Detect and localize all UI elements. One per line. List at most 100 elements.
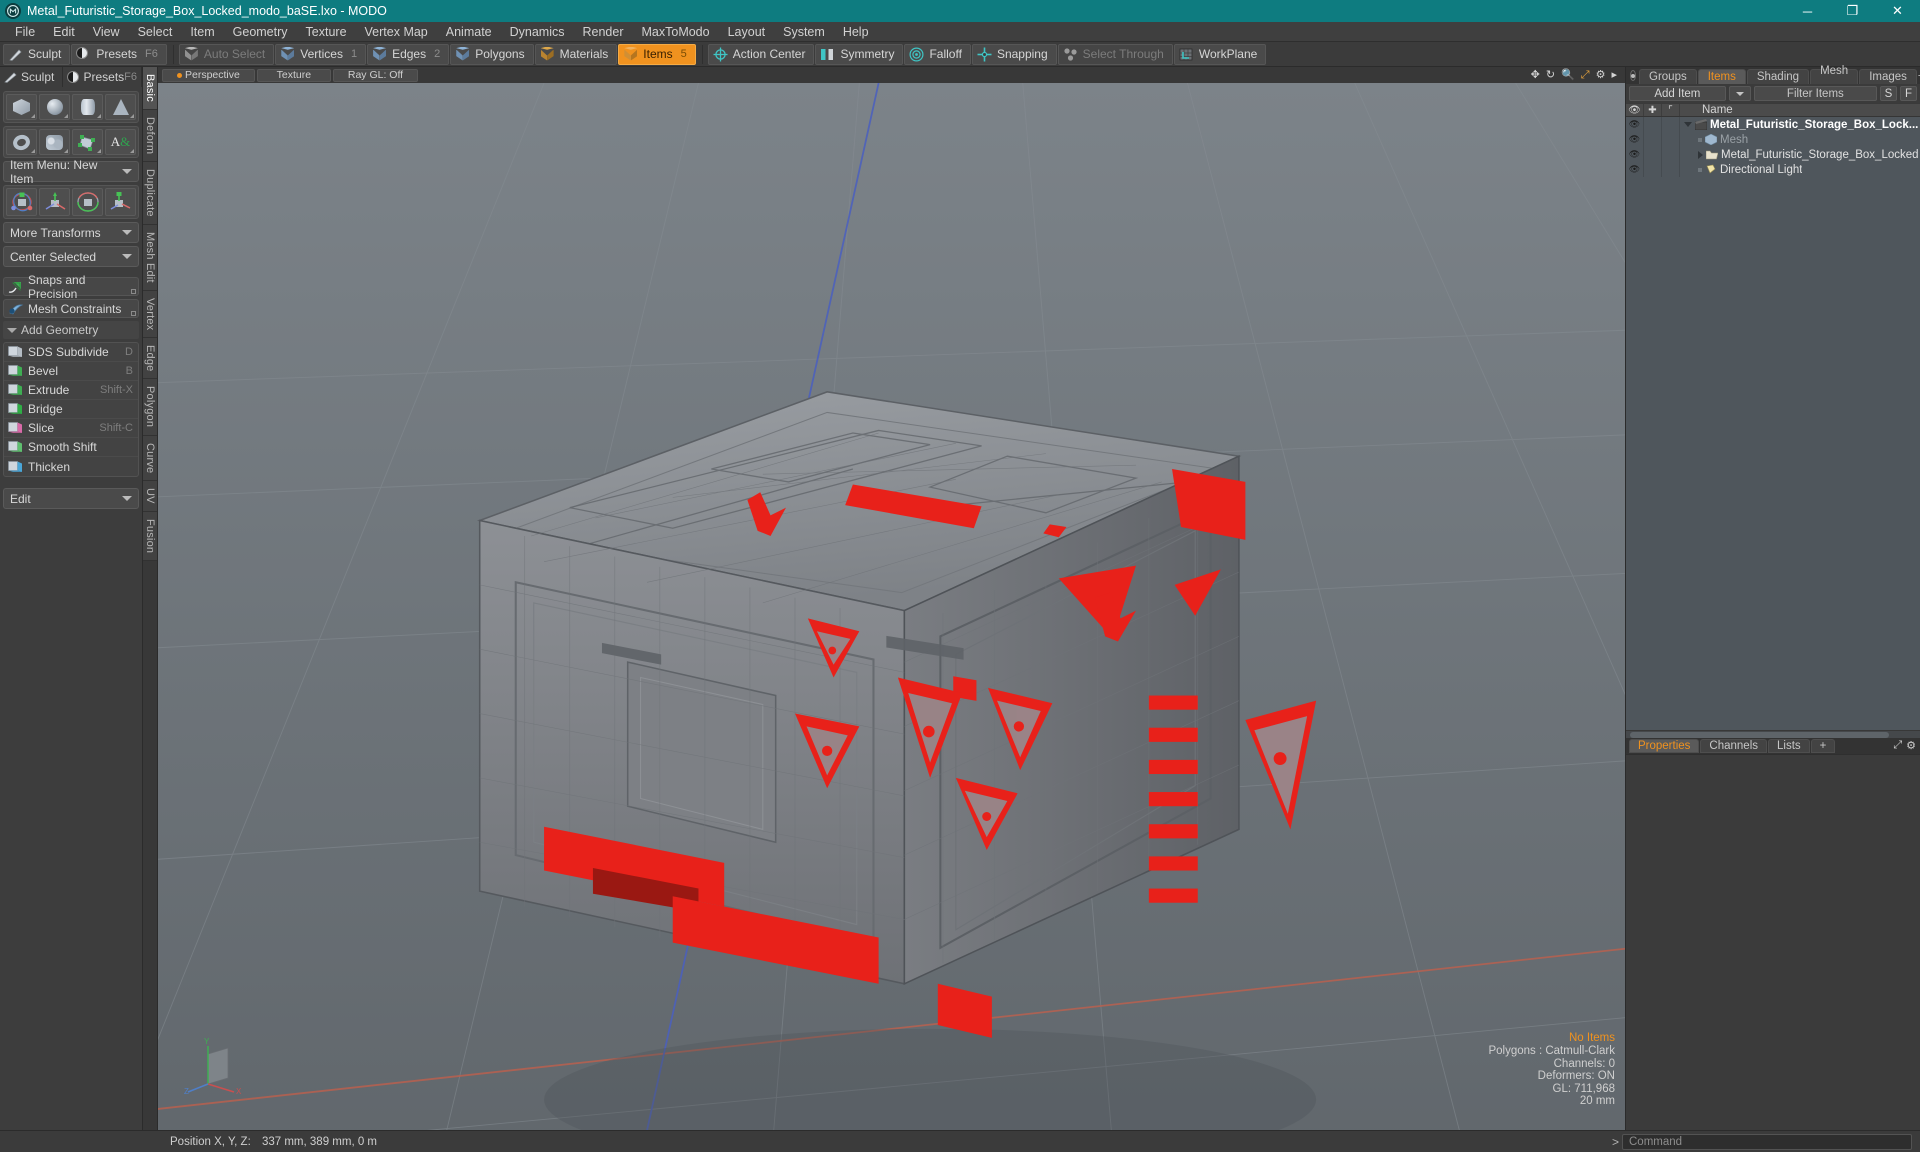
properties-tab-lists[interactable]: Lists — [1768, 739, 1810, 753]
chevron-down-icon[interactable] — [1684, 122, 1692, 127]
item-tree-body[interactable]: 👁 Metal_Futuristic_Storage_Box_Lock... 👁 Me… — [1626, 117, 1920, 730]
menu-item-file[interactable]: File — [6, 22, 44, 42]
row-visibility-toggle[interactable]: 👁 — [1626, 162, 1644, 177]
row-visibility-toggle[interactable]: 👁 — [1626, 117, 1644, 132]
mesh-constraints-button[interactable]: Mesh Constraints — [3, 299, 139, 318]
rotate-tool-button[interactable] — [72, 188, 103, 216]
right-tab-images[interactable]: Images — [1859, 69, 1917, 84]
gear-icon[interactable]: ⚙ — [1596, 69, 1606, 81]
spiral-primitive-button[interactable] — [39, 129, 70, 155]
filter-f-button[interactable]: F — [1900, 86, 1917, 101]
viewport-3d[interactable]: No Items Polygons : Catmull-Clark Channe… — [158, 83, 1625, 1130]
row-lock-cell[interactable] — [1644, 162, 1662, 177]
toolbar-button-falloff[interactable]: Falloff — [904, 43, 971, 65]
row-lock-cell[interactable] — [1644, 117, 1662, 132]
center-selected-dropdown[interactable]: Center Selected — [3, 246, 139, 267]
cone-primitive-button[interactable] — [105, 94, 136, 120]
vertical-tab-curve[interactable]: Curve — [143, 435, 157, 481]
menu-item-texture[interactable]: Texture — [297, 22, 356, 42]
gear-icon-2[interactable]: ⚙ — [1906, 739, 1916, 752]
menu-item-view[interactable]: View — [84, 22, 129, 42]
row-lock-cell[interactable] — [1644, 147, 1662, 162]
tool-sds-subdivide[interactable]: SDS Subdivide D — [4, 343, 138, 362]
toolbar-button-auto-select[interactable]: Auto Select — [178, 43, 275, 65]
polygon-primitive-button[interactable] — [72, 129, 103, 155]
item-tree-hscrollbar[interactable] — [1626, 730, 1920, 738]
toolbar-button-workplane[interactable]: WorkPlane — [1173, 43, 1267, 65]
toolbar-button-polygons[interactable]: Polygons — [450, 43, 534, 65]
cube-primitive-button[interactable] — [6, 94, 37, 120]
toolbar-button-sculpt[interactable]: Sculpt — [3, 43, 71, 65]
vertical-tab-polygon[interactable]: Polygon — [143, 379, 157, 436]
filter-items-input[interactable]: Filter Items — [1753, 86, 1877, 101]
vertical-tab-duplicate[interactable]: Duplicate — [143, 162, 157, 225]
tool-smooth-shift[interactable]: Smooth Shift — [4, 438, 138, 457]
properties-tab-properties[interactable]: Properties — [1629, 739, 1700, 753]
properties-tab--[interactable]: + — [1810, 739, 1836, 753]
zoom-view-icon[interactable]: 🔍 — [1561, 69, 1575, 81]
row-transform-cell[interactable] — [1662, 132, 1680, 147]
sphere-primitive-button[interactable] — [39, 94, 70, 120]
row-transform-cell[interactable] — [1662, 162, 1680, 177]
add-geometry-group-header[interactable]: Add Geometry — [3, 321, 139, 339]
right-tab-groups[interactable]: Groups — [1639, 69, 1697, 84]
toolbar-button-snapping[interactable]: Snapping — [971, 43, 1057, 65]
text-primitive-button[interactable]: A& — [105, 129, 136, 155]
tree-row[interactable]: 👁 Directional Light — [1626, 162, 1920, 177]
filter-s-button[interactable]: S — [1880, 86, 1897, 101]
toolbar-button-edges[interactable]: Edges 2 — [367, 43, 450, 65]
row-visibility-toggle[interactable]: 👁 — [1626, 147, 1644, 162]
torus-primitive-button[interactable] — [6, 129, 37, 155]
viewport-shading-button[interactable]: Texture — [256, 68, 331, 82]
chevron-right-icon[interactable] — [1698, 150, 1703, 159]
sculpt-tab[interactable]: Sculpt — [0, 67, 64, 87]
toolbar-button-presets[interactable]: Presets F6 — [71, 43, 167, 65]
right-tab-items[interactable]: Items — [1697, 69, 1746, 84]
menu-item-geometry[interactable]: Geometry — [224, 22, 297, 42]
tree-row[interactable]: 👁 Metal_Futuristic_Storage_Box_Lock... — [1626, 117, 1920, 132]
right-tab-shading[interactable]: Shading — [1746, 69, 1810, 84]
vertical-tab-fusion[interactable]: Fusion — [143, 511, 157, 561]
right-tab-mesh-[interactable]: Mesh ... — [1810, 65, 1859, 89]
menu-item-help[interactable]: Help — [834, 22, 878, 42]
edit-dropdown[interactable]: Edit — [3, 488, 139, 509]
viewport-raygl-button[interactable]: Ray GL: Off — [332, 68, 419, 82]
expand-icon-2[interactable]: ⤢ — [1893, 739, 1902, 752]
vertical-tab-edge[interactable]: Edge — [143, 337, 157, 380]
fit-view-icon[interactable]: ⤢ — [1581, 69, 1590, 81]
more-transforms-dropdown[interactable]: More Transforms — [3, 222, 139, 243]
maximize-button[interactable]: ❐ — [1830, 0, 1875, 22]
menu-item-item[interactable]: Item — [181, 22, 223, 42]
tree-row[interactable]: 👁 Metal_Futuristic_Storage_Box_Locked — [1626, 147, 1920, 162]
item-menu-dropdown[interactable]: Item Menu: New Item — [3, 158, 139, 186]
menu-item-render[interactable]: Render — [574, 22, 633, 42]
move-tool-button[interactable] — [6, 188, 37, 216]
add-item-button[interactable]: Add Item — [1629, 86, 1726, 101]
menu-item-layout[interactable]: Layout — [719, 22, 775, 42]
vertical-tab-deform[interactable]: Deform — [143, 109, 157, 163]
scale-tool-button[interactable] — [39, 188, 70, 216]
add-item-dropdown[interactable] — [1728, 86, 1751, 101]
snaps-and-precision-button[interactable]: Snaps and Precision — [3, 273, 139, 301]
toolbar-button-select-through[interactable]: Select Through — [1057, 43, 1173, 65]
menu-item-animate[interactable]: Animate — [437, 22, 501, 42]
menu-item-vertex-map[interactable]: Vertex Map — [356, 22, 437, 42]
menu-item-select[interactable]: Select — [129, 22, 182, 42]
row-transform-cell[interactable] — [1662, 117, 1680, 132]
row-lock-cell[interactable] — [1644, 132, 1662, 147]
rotate-view-icon[interactable]: ↻ — [1546, 69, 1555, 81]
toolbar-button-materials[interactable]: Materials — [534, 43, 618, 65]
command-input[interactable]: Command — [1622, 1133, 1912, 1150]
chevron-right-icon[interactable]: ▸ — [1611, 69, 1617, 81]
row-transform-cell[interactable] — [1662, 147, 1680, 162]
row-visibility-toggle[interactable]: 👁 — [1626, 132, 1644, 147]
panel-menu-icon[interactable] — [1630, 70, 1636, 81]
vertical-tab-uv[interactable]: UV — [143, 480, 157, 512]
vertical-tab-mesh-edit[interactable]: Mesh Edit — [143, 224, 157, 291]
menu-item-maxtomodo[interactable]: MaxToModo — [633, 22, 719, 42]
tree-row[interactable]: 👁 Mesh — [1626, 132, 1920, 147]
properties-tab-channels[interactable]: Channels — [1700, 739, 1768, 753]
toolbar-button-vertices[interactable]: Vertices 1 — [275, 43, 367, 65]
vertical-tab-basic[interactable]: Basic — [143, 67, 157, 110]
presets-tab[interactable]: Presets F6 — [63, 67, 142, 87]
